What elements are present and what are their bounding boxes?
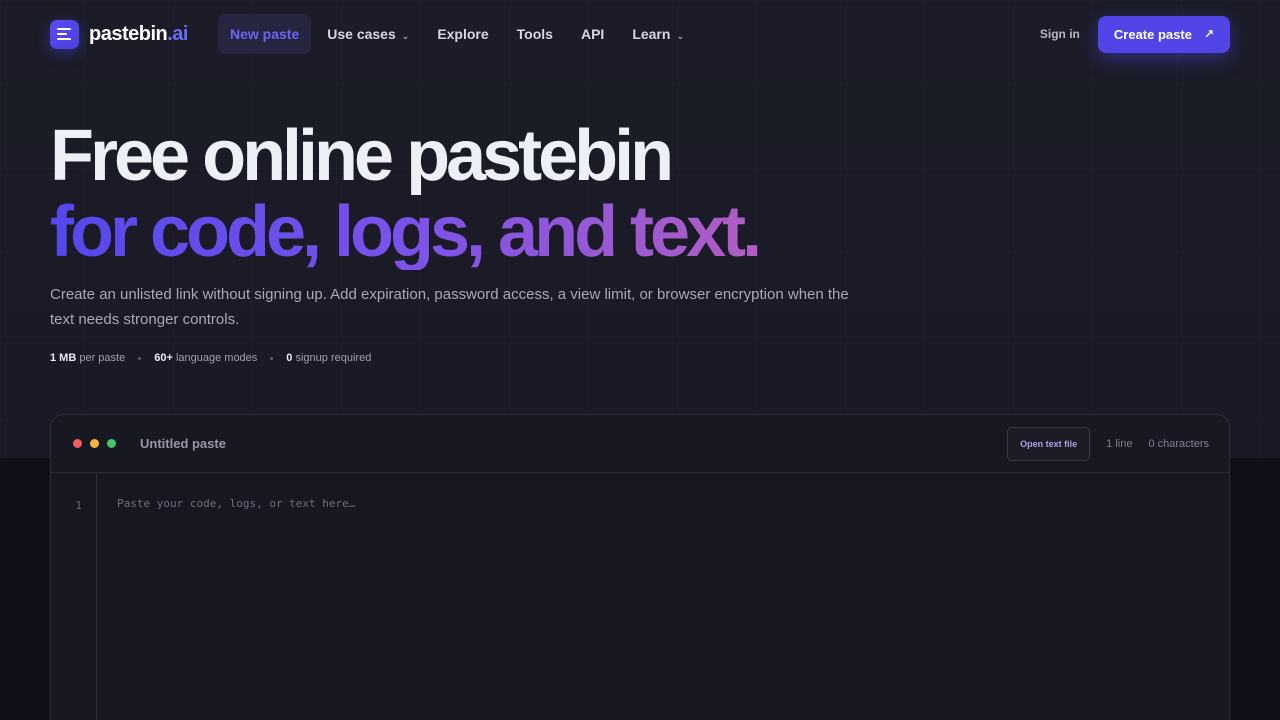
- window-dots: [73, 439, 116, 448]
- nav-actions: Sign in Create paste ↗: [1040, 15, 1230, 53]
- paste-editor: Untitled paste Open text file 1 line 0 c…: [50, 414, 1230, 720]
- menu-lines-icon: [50, 19, 79, 49]
- line-number-gutter: 1: [51, 473, 97, 720]
- separator-dot: [138, 356, 142, 360]
- nav-tools[interactable]: Tools: [505, 14, 565, 54]
- stat-languages: 60+ language modes: [154, 352, 258, 364]
- stat-size: 1 MB per paste: [50, 352, 126, 364]
- nav-api[interactable]: API: [569, 14, 616, 54]
- chevron-down-icon: ⌄: [676, 30, 684, 41]
- separator-dot: [270, 356, 274, 360]
- hero-heading-line2: for code, logs, and text.: [50, 192, 762, 272]
- hero-heading-line1: Free online pastebin: [50, 116, 674, 196]
- hero-stats: 1 MB per paste 60+ language modes 0 sign…: [50, 352, 371, 364]
- nav-new-paste[interactable]: New paste: [218, 14, 312, 54]
- nav-explore[interactable]: Explore: [425, 14, 500, 54]
- editor-body: 1: [51, 473, 1229, 720]
- chevron-down-icon: ⌄: [401, 30, 410, 41]
- character-count: 0 characters: [1148, 437, 1209, 450]
- green-dot-icon: [107, 439, 116, 448]
- open-text-file-button[interactable]: Open text file: [1007, 426, 1091, 461]
- stat-signup: 0 signup required: [286, 352, 372, 364]
- yellow-dot-icon: [90, 439, 99, 448]
- nav-links: New paste Use cases ⌄ Explore Tools API L…: [218, 14, 700, 54]
- paste-content-input[interactable]: [117, 497, 1209, 697]
- logo-text: pastebin.ai: [89, 22, 188, 45]
- line-count: 1 line: [1106, 437, 1133, 450]
- logo[interactable]: pastebin.ai: [50, 19, 188, 49]
- editor-header: Untitled paste Open text file 1 line 0 c…: [51, 415, 1229, 473]
- editor-meta: Open text file 1 line 0 characters: [1007, 426, 1209, 461]
- sign-in-link[interactable]: Sign in: [1040, 27, 1080, 41]
- hero-subtitle: Create an unlisted link without signing …: [50, 286, 849, 328]
- hero-heading: Free online pastebin for code, logs, and…: [50, 116, 762, 272]
- red-dot-icon: [73, 439, 82, 448]
- arrow-up-right-icon: ↗: [1203, 27, 1214, 41]
- code-area: [97, 473, 1229, 720]
- top-nav: pastebin.ai New paste Use cases ⌄ Explore…: [0, 0, 1280, 68]
- nav-learn[interactable]: Learn ⌄: [620, 14, 696, 54]
- create-paste-button[interactable]: Create paste ↗: [1097, 15, 1230, 53]
- nav-use-cases[interactable]: Use cases ⌄: [315, 14, 421, 54]
- paste-title[interactable]: Untitled paste: [140, 436, 226, 451]
